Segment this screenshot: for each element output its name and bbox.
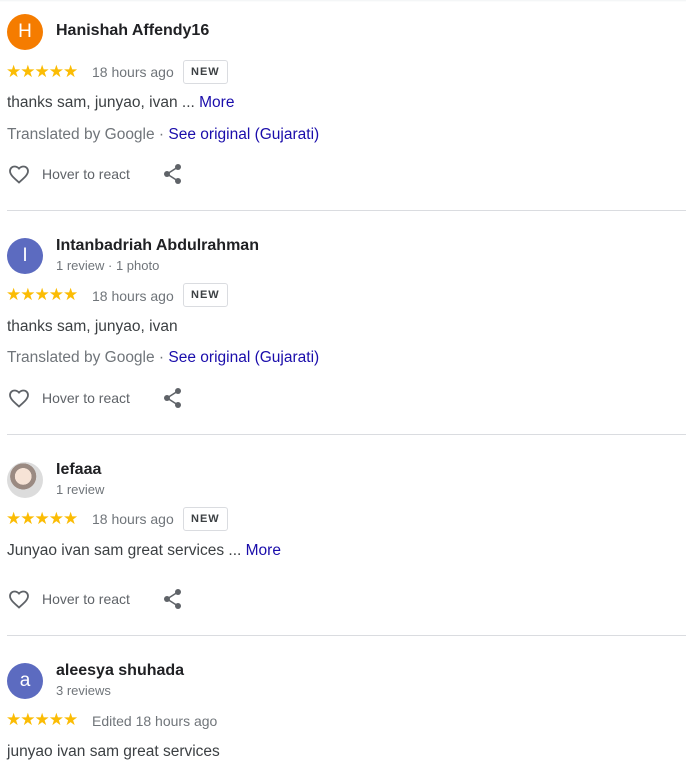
star-rating: ★★★★★ xyxy=(6,62,78,81)
react-label: Hover to react xyxy=(42,591,130,607)
divider xyxy=(7,635,686,636)
share-button[interactable] xyxy=(162,387,184,409)
avatar[interactable]: I xyxy=(7,238,43,274)
share-button[interactable] xyxy=(162,163,184,185)
share-button[interactable] xyxy=(162,588,184,610)
heart-icon xyxy=(9,165,29,184)
divider xyxy=(7,434,686,435)
heart-icon xyxy=(9,590,29,609)
star-rating: ★★★★★ xyxy=(6,285,78,304)
translated-by-label: Translated by Google · xyxy=(7,349,169,366)
avatar[interactable]: a xyxy=(7,663,43,699)
react-button[interactable]: Hover to react xyxy=(7,587,130,611)
more-link[interactable]: More xyxy=(246,542,281,559)
review-text-body: thanks sam, junyao, ivan ... xyxy=(7,94,195,111)
translation-note: Translated by Google · See original (Guj… xyxy=(7,126,319,144)
review-text: thanks sam, junyao, ivan ... More xyxy=(7,94,234,112)
translated-by-label: Translated by Google · xyxy=(7,126,169,143)
review-time: Edited 18 hours ago xyxy=(92,713,218,729)
review-time: 18 hours ago xyxy=(92,511,174,527)
avatar-photo[interactable] xyxy=(7,462,43,498)
reviewer-meta[interactable]: 3 reviews xyxy=(56,683,111,698)
heart-icon xyxy=(9,389,29,408)
review-text: junyao ivan sam great services xyxy=(7,743,220,760)
share-icon xyxy=(164,388,181,408)
share-icon xyxy=(164,164,181,184)
avatar[interactable]: H xyxy=(7,14,43,50)
react-button[interactable]: Hover to react xyxy=(7,386,130,410)
reviewer-name[interactable]: Hanishah Affendy16 xyxy=(56,22,209,40)
react-button[interactable]: Hover to react xyxy=(7,162,130,186)
reviewer-meta[interactable]: 1 review · 1 photo xyxy=(56,258,159,273)
see-original-link[interactable]: See original (Gujarati) xyxy=(168,126,319,143)
react-label: Hover to react xyxy=(42,390,130,406)
more-link[interactable]: More xyxy=(199,94,234,111)
top-edge xyxy=(0,0,686,2)
star-rating: ★★★★★ xyxy=(6,710,78,729)
translation-note: Translated by Google · See original (Guj… xyxy=(7,349,319,367)
review-time: 18 hours ago xyxy=(92,288,174,304)
reviewer-name[interactable]: Iefaaa xyxy=(56,461,101,479)
divider xyxy=(7,210,686,211)
new-badge: NEW xyxy=(183,507,228,531)
reviewer-name[interactable]: aleesya shuhada xyxy=(56,662,184,680)
review-time: 18 hours ago xyxy=(92,64,174,80)
see-original-link[interactable]: See original (Gujarati) xyxy=(168,349,319,366)
new-badge: NEW xyxy=(183,60,228,84)
review-text: Junyao ivan sam great services ... More xyxy=(7,542,281,560)
share-icon xyxy=(164,589,181,609)
reviewer-meta[interactable]: 1 review xyxy=(56,482,104,497)
reviewer-name[interactable]: Intanbadriah Abdulrahman xyxy=(56,237,259,255)
react-label: Hover to react xyxy=(42,166,130,182)
review-text: thanks sam, junyao, ivan xyxy=(7,318,178,335)
star-rating: ★★★★★ xyxy=(6,509,78,528)
review-text-body: Junyao ivan sam great services ... xyxy=(7,542,242,559)
new-badge: NEW xyxy=(183,283,228,307)
